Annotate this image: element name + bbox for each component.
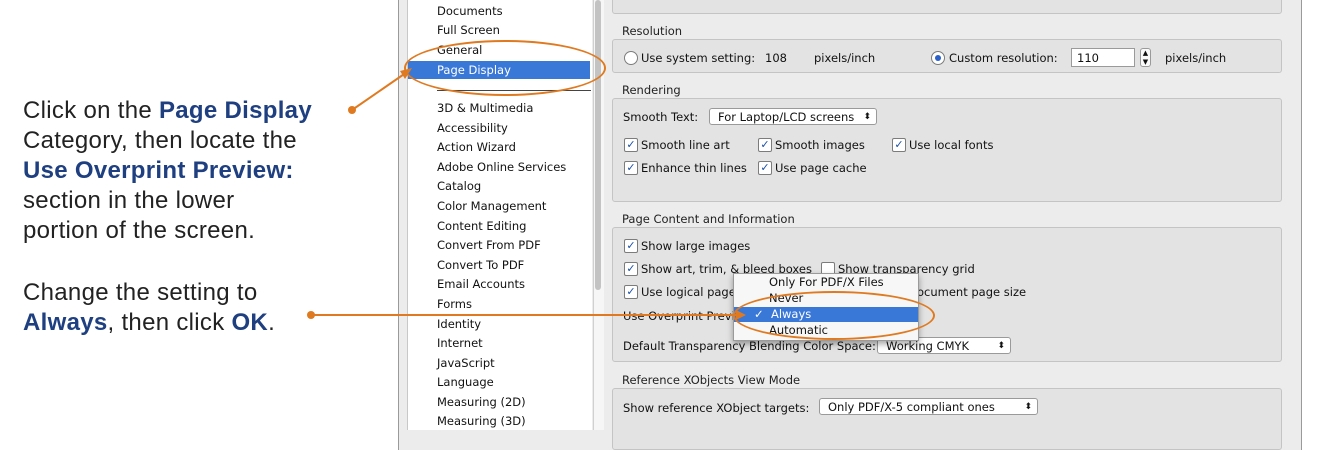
arrow-head-page-display	[400, 68, 412, 79]
arrow-dot-page-display	[348, 106, 356, 114]
arrow-line-page-display	[351, 69, 411, 111]
arrow-head-always	[736, 310, 746, 320]
annotation-arrows	[307, 68, 746, 320]
arrow-dot-always	[307, 311, 315, 319]
